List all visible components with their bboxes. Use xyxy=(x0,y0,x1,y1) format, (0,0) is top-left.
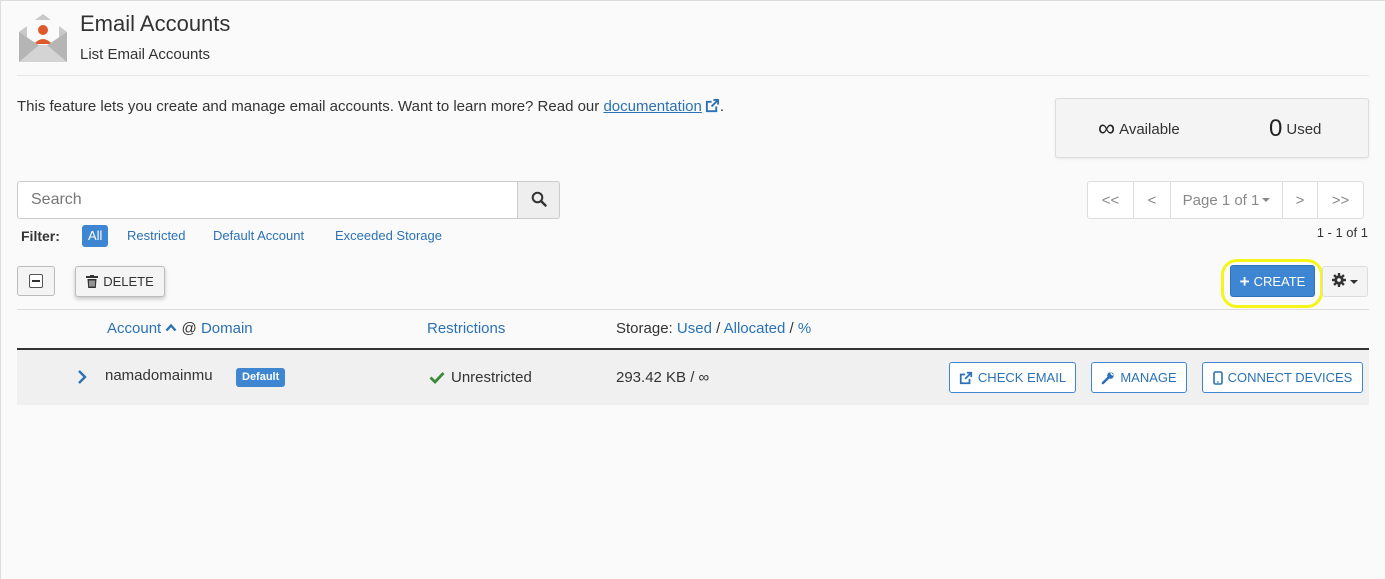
available-value: ∞ xyxy=(1098,115,1116,142)
external-link-icon[interactable] xyxy=(705,98,720,117)
pagination: << < Page 1 of 1 > >> xyxy=(1087,181,1364,219)
check-email-button[interactable]: CHECK EMAIL xyxy=(949,362,1076,393)
sort-storage-used[interactable]: Used xyxy=(677,320,712,337)
filter-exceeded-storage[interactable]: Exceeded Storage xyxy=(335,228,442,243)
column-header-storage: Storage: Used / Allocated / % xyxy=(616,320,811,337)
delete-label: DELETE xyxy=(103,274,154,289)
page-select[interactable]: Page 1 of 1 xyxy=(1171,182,1283,218)
delete-button[interactable]: DELETE xyxy=(75,266,165,297)
table-top-border xyxy=(17,309,1369,310)
intro-sentence: This feature lets you create and manage … xyxy=(17,98,600,115)
filter-all[interactable]: All xyxy=(82,225,109,247)
connect-devices-label: CONNECT DEVICES xyxy=(1227,370,1353,385)
chevron-down-icon xyxy=(1262,198,1271,202)
search-button[interactable] xyxy=(517,181,560,219)
filter-label: Filter: xyxy=(21,228,60,244)
sort-ascending-icon xyxy=(165,320,177,337)
chevron-down-icon xyxy=(1350,279,1358,284)
stat-available: ∞ Available xyxy=(1098,115,1180,143)
storage-separator-1: / xyxy=(716,320,721,337)
storage-header-prefix: Storage: xyxy=(616,320,673,337)
expand-row-chevron-icon[interactable] xyxy=(77,369,87,388)
check-email-label: CHECK EMAIL xyxy=(977,370,1067,385)
account-name: namadomainmu xyxy=(105,367,213,384)
header-divider xyxy=(17,75,1369,76)
page-subtitle: List Email Accounts xyxy=(80,46,211,63)
page-label: Page 1 of 1 xyxy=(1182,191,1260,209)
sort-storage-allocated[interactable]: Allocated xyxy=(724,320,786,337)
create-label: CREATE xyxy=(1253,273,1306,289)
column-header-account[interactable]: Account @ Domain xyxy=(107,320,253,337)
intro-period: . xyxy=(719,98,725,115)
page-frame xyxy=(0,0,1385,579)
stat-used: 0 Used xyxy=(1269,115,1321,143)
manage-label: MANAGE xyxy=(1120,370,1177,385)
manage-button[interactable]: MANAGE xyxy=(1091,362,1187,393)
plus-icon: + xyxy=(1239,271,1250,291)
settings-dropdown-button[interactable] xyxy=(1322,266,1368,297)
search-input[interactable] xyxy=(17,181,518,219)
sort-storage-percent[interactable]: % xyxy=(798,320,811,337)
table-row: namadomainmu Default Unrestricted 293.42… xyxy=(17,350,1369,405)
filter-default-account[interactable]: Default Account xyxy=(213,228,304,243)
column-header-restrictions[interactable]: Restrictions xyxy=(427,320,505,337)
checkbox-indeterminate-icon xyxy=(29,274,43,288)
email-accounts-icon xyxy=(17,12,69,64)
select-all-checkbox[interactable] xyxy=(17,266,55,296)
at-separator: @ xyxy=(181,320,197,337)
page-title: Email Accounts xyxy=(80,11,231,36)
last-page-button[interactable]: >> xyxy=(1318,182,1363,218)
filter-restricted[interactable]: Restricted xyxy=(127,228,186,243)
external-link-icon xyxy=(959,371,973,384)
mobile-device-icon xyxy=(1212,370,1223,385)
storage-usage: 293.42 KB / ∞ xyxy=(616,369,710,386)
documentation-link[interactable]: documentation xyxy=(603,98,701,115)
intro-text: This feature lets you create and manage … xyxy=(17,98,724,117)
wrench-icon xyxy=(1102,371,1115,384)
restriction-status: Unrestricted xyxy=(429,369,532,386)
gear-icon xyxy=(1332,273,1346,290)
create-button[interactable]: + CREATE xyxy=(1230,265,1315,297)
account-header-label: Account xyxy=(107,320,162,337)
restriction-label: Unrestricted xyxy=(451,369,532,386)
trash-icon xyxy=(86,275,99,288)
default-badge: Default xyxy=(236,368,286,387)
available-label: Available xyxy=(1119,121,1180,138)
used-value: 0 xyxy=(1269,115,1283,142)
next-page-button[interactable]: > xyxy=(1283,182,1318,218)
first-page-button[interactable]: << xyxy=(1088,182,1134,218)
column-header-domain[interactable]: Domain xyxy=(201,320,253,337)
connect-devices-button[interactable]: CONNECT DEVICES xyxy=(1202,362,1363,393)
used-label: Used xyxy=(1286,121,1322,138)
checkmark-icon xyxy=(429,372,445,384)
prev-page-button[interactable]: < xyxy=(1134,182,1171,218)
account-stats-box: ∞ Available 0 Used xyxy=(1055,98,1369,158)
results-range: 1 - 1 of 1 xyxy=(1316,225,1368,240)
search-icon xyxy=(531,191,547,210)
storage-separator-2: / xyxy=(789,320,794,337)
